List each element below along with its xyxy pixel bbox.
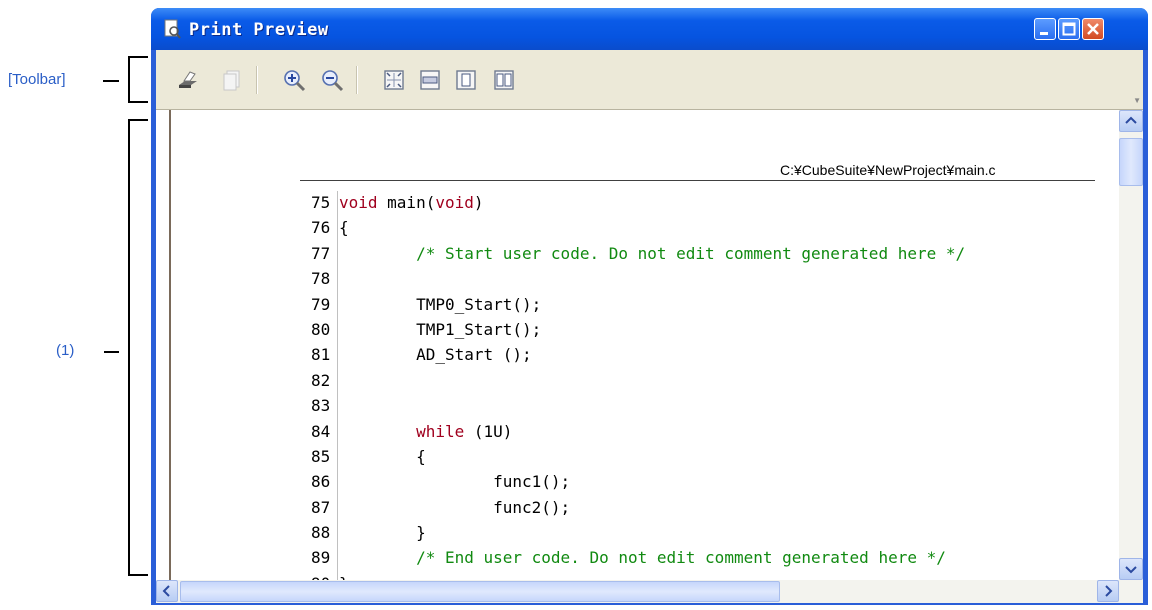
close-icon [1087, 23, 1099, 35]
code-text: func2(); [339, 497, 571, 517]
code-text: { [339, 218, 349, 238]
line-number: 81 [311, 345, 331, 365]
line-number: 88 [311, 523, 331, 543]
toolbar-separator [356, 66, 358, 94]
code-line: 85 { [311, 444, 965, 469]
toolbar-overflow-icon[interactable]: ▼ [1133, 96, 1141, 105]
code-text: TMP1_Start(); [339, 319, 542, 339]
minimize-icon [1040, 32, 1048, 35]
code-text: (1U) [464, 421, 513, 441]
window-title: Print Preview [189, 20, 329, 40]
scroll-down-button[interactable] [1119, 558, 1143, 580]
horizontal-scrollbar[interactable] [156, 580, 1143, 603]
vertical-scrollbar[interactable] [1119, 110, 1143, 580]
fit-width-icon[interactable] [418, 68, 442, 92]
chevron-right-icon [1105, 585, 1113, 597]
minimize-button[interactable] [1034, 18, 1056, 40]
code-text: } [339, 523, 426, 543]
scroll-left-button[interactable] [156, 580, 178, 602]
code-text: { [339, 446, 426, 466]
code-keyword: void [435, 193, 474, 212]
line-number: 87 [311, 497, 331, 517]
code-text: AD_Start (); [339, 345, 532, 365]
area-annotation-line [104, 351, 119, 353]
maximize-button[interactable] [1058, 18, 1080, 40]
title-bar[interactable]: Print Preview [151, 8, 1148, 50]
toolbar-annotation-bracket-bottom [128, 101, 148, 103]
code-line: 84 while (1U) [311, 419, 965, 444]
area-annotation-bracket-v [128, 119, 130, 575]
scroll-up-button[interactable] [1119, 110, 1143, 132]
code-text: TMP0_Start(); [339, 294, 542, 314]
page-icon[interactable] [220, 68, 244, 92]
code-line: 76 { [311, 215, 965, 240]
code-comment: /* Start user code. Do not edit comment … [339, 243, 966, 263]
code-line: 80 TMP1_Start(); [311, 317, 965, 342]
header-divider [300, 180, 1095, 181]
toolbar-annotation-label: [Toolbar] [8, 71, 66, 88]
vertical-scroll-thumb[interactable] [1119, 138, 1143, 186]
close-button[interactable] [1082, 18, 1104, 40]
code-line: 77 /* Start user code. Do not edit comme… [311, 241, 965, 266]
area-annotation-label: (1) [56, 342, 75, 359]
fit-page-icon[interactable] [382, 68, 406, 92]
maximize-icon [1062, 22, 1076, 36]
code-text: main( [377, 193, 436, 212]
area-annotation-bracket-bottom [128, 574, 148, 576]
line-number: 86 [311, 472, 331, 492]
line-number: 75 [311, 193, 331, 212]
horizontal-scroll-thumb[interactable] [180, 581, 780, 602]
chevron-up-icon [1125, 116, 1137, 124]
line-number: 83 [311, 396, 331, 416]
line-number: 89 [311, 548, 331, 568]
two-page-icon[interactable] [492, 68, 516, 92]
print-preview-icon [164, 19, 181, 39]
zoom-out-icon[interactable] [320, 68, 344, 92]
code-line: 81 AD_Start (); [311, 342, 965, 367]
line-number: 79 [311, 294, 331, 314]
code-line: 82 [311, 368, 965, 393]
code-text: ) [473, 193, 484, 212]
line-number: 76 [311, 218, 331, 238]
code-line: 78 [311, 266, 965, 291]
code-line: 87 func2(); [311, 495, 965, 520]
line-number: 85 [311, 446, 331, 466]
chevron-left-icon [162, 585, 170, 597]
code-line: 83 [311, 393, 965, 418]
area-annotation-bracket-top [128, 119, 148, 121]
line-number: 80 [311, 319, 331, 339]
scroll-right-button[interactable] [1097, 580, 1119, 602]
line-number: 77 [311, 243, 331, 263]
line-number: 84 [311, 421, 331, 441]
code-keyword: while [416, 421, 465, 441]
toolbar-separator [256, 66, 258, 94]
chevron-down-icon [1125, 566, 1137, 574]
code-comment: /* End user code. Do not edit comment ge… [339, 548, 946, 568]
one-page-icon[interactable] [454, 68, 478, 92]
code-text: func1(); [339, 472, 571, 492]
code-line: 90} [311, 571, 965, 580]
preview-page: C:¥CubeSuite¥NewProject¥main.c 75 void ma… [156, 110, 1119, 580]
code-line: 88 } [311, 520, 965, 545]
print-icon[interactable] [176, 68, 200, 92]
line-number: 90 [311, 571, 339, 580]
code-listing: 75 void main(void) 76 {77 /* Start user cod… [311, 190, 965, 580]
code-line: 86 func1(); [311, 469, 965, 494]
file-path-header: C:¥CubeSuite¥NewProject¥main.c [780, 162, 996, 178]
print-preview-window: Print Preview ▼ C:¥CubeSuite¥NewProject¥… [151, 8, 1148, 605]
line-number: 78 [311, 269, 331, 289]
code-line: 89 /* End user code. Do not edit comment… [311, 545, 965, 570]
toolbar-annotation-line [103, 80, 119, 82]
code-keyword: void [339, 193, 378, 212]
toolbar: ▼ [156, 50, 1143, 110]
line-number: 82 [311, 370, 331, 390]
zoom-in-icon[interactable] [282, 68, 306, 92]
toolbar-annotation-bracket-top [128, 56, 148, 58]
code-line: 75 void main(void) [311, 190, 965, 215]
toolbar-annotation-bracket-v [128, 56, 130, 103]
code-line: 79 TMP0_Start(); [311, 292, 965, 317]
